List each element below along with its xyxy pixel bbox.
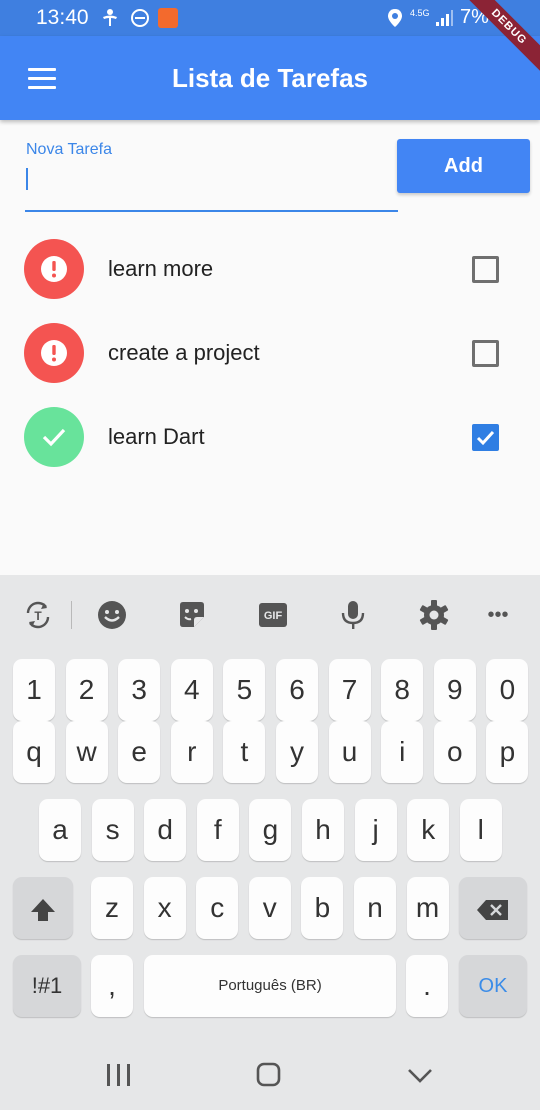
key[interactable]: d: [144, 799, 187, 861]
key[interactable]: k: [407, 799, 450, 861]
key[interactable]: u: [328, 721, 371, 783]
settings-icon[interactable]: [418, 599, 450, 631]
task-pending-avatar: [24, 239, 84, 299]
key[interactable]: 2: [65, 659, 108, 721]
navigation-bar: [0, 1040, 540, 1110]
key[interactable]: b: [301, 877, 344, 939]
task-item[interactable]: learn more: [0, 227, 540, 311]
location-icon: [385, 8, 405, 28]
new-task-input[interactable]: [31, 164, 391, 196]
backspace-key[interactable]: [459, 877, 527, 939]
gif-icon[interactable]: GIF: [257, 599, 289, 631]
emoji-icon[interactable]: [96, 599, 128, 631]
svg-text:T: T: [34, 609, 42, 623]
status-time: 13:40: [36, 6, 89, 29]
task-title: learn more: [108, 256, 214, 281]
key[interactable]: 9: [433, 659, 476, 721]
key[interactable]: 6: [276, 659, 318, 721]
status-bar: 13:40 4.5G 7%: [0, 0, 540, 36]
on-screen-keyboard: T GIF ••• 1234567890 qwertyuiop asdfghjkl z…: [0, 575, 540, 1110]
app-notification-icon: [158, 8, 178, 28]
key[interactable]: e: [118, 721, 161, 783]
key[interactable]: l: [459, 799, 502, 861]
key[interactable]: c: [196, 877, 239, 939]
task-item[interactable]: create a project: [0, 311, 540, 395]
translate-icon[interactable]: T: [22, 599, 54, 631]
network-type: 4.5G: [410, 8, 430, 18]
back-icon[interactable]: [405, 1062, 435, 1088]
key[interactable]: 0: [486, 659, 529, 721]
task-done-avatar: [24, 407, 84, 467]
key[interactable]: i: [381, 721, 424, 783]
text-cursor: [26, 168, 28, 190]
sticker-icon[interactable]: [176, 599, 208, 631]
more-icon[interactable]: •••: [482, 599, 514, 631]
shift-key[interactable]: [13, 877, 73, 939]
key[interactable]: h: [302, 799, 344, 861]
task-item[interactable]: learn Dart: [0, 395, 540, 479]
ok-key[interactable]: OK: [459, 955, 527, 1017]
key[interactable]: s: [91, 799, 134, 861]
task-pending-avatar: [24, 323, 84, 383]
key[interactable]: m: [406, 877, 449, 939]
key[interactable]: o: [433, 721, 476, 783]
key[interactable]: 4: [170, 659, 213, 721]
task-title: create a project: [108, 340, 260, 365]
key[interactable]: w: [65, 721, 108, 783]
task-checkbox[interactable]: [472, 340, 499, 367]
microphone-icon[interactable]: [337, 599, 369, 631]
task-title: learn Dart: [108, 424, 205, 449]
task-checkbox[interactable]: [472, 256, 499, 283]
signal-icon: [434, 8, 454, 28]
symbols-key[interactable]: !#1: [13, 955, 81, 1017]
key[interactable]: q: [13, 721, 55, 783]
recent-apps-icon[interactable]: [104, 1062, 134, 1088]
comma-key[interactable]: ,: [91, 955, 133, 1017]
key[interactable]: v: [248, 877, 291, 939]
add-button[interactable]: Add: [397, 139, 530, 193]
gif-label: GIF: [264, 610, 283, 622]
key[interactable]: t: [223, 721, 266, 783]
do-not-disturb-icon: [130, 8, 150, 28]
key[interactable]: 5: [223, 659, 266, 721]
space-key[interactable]: Português (BR): [144, 955, 396, 1017]
key[interactable]: 7: [328, 659, 371, 721]
toolbar-divider: [71, 601, 72, 629]
new-task-field[interactable]: [25, 162, 398, 212]
key[interactable]: 1: [13, 659, 55, 721]
key[interactable]: x: [143, 877, 186, 939]
home-icon[interactable]: [254, 1062, 284, 1088]
key[interactable]: g: [249, 799, 292, 861]
key[interactable]: f: [196, 799, 239, 861]
key[interactable]: z: [91, 877, 133, 939]
page-title: Lista de Tarefas: [171, 63, 369, 93]
new-task-label: Nova Tarefa: [26, 141, 112, 158]
keyboard-toolbar: T GIF •••: [0, 575, 540, 655]
key[interactable]: 8: [381, 659, 424, 721]
task-checkbox[interactable]: [472, 424, 499, 451]
accessibility-icon: [100, 8, 120, 28]
key[interactable]: p: [486, 721, 529, 783]
period-key[interactable]: .: [406, 955, 448, 1017]
key[interactable]: n: [354, 877, 396, 939]
app-bar: Lista de Tarefas: [0, 36, 540, 120]
key[interactable]: r: [170, 721, 213, 783]
key[interactable]: j: [354, 799, 397, 861]
key[interactable]: 3: [118, 659, 161, 721]
key[interactable]: y: [276, 721, 318, 783]
key[interactable]: a: [39, 799, 81, 861]
